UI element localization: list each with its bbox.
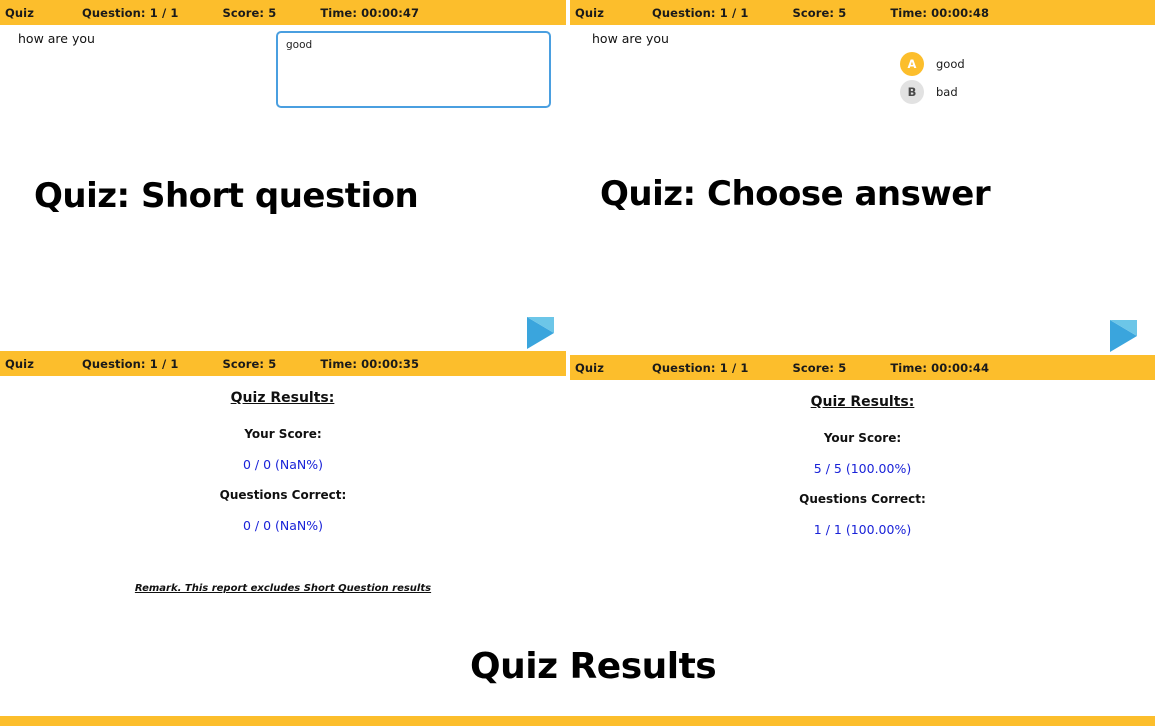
panel-results-right: Quiz Question: 1 / 1 Score: 5 Time: 00:0… (570, 355, 1155, 615)
topbar-choose-answer: Quiz Question: 1 / 1 Score: 5 Time: 00:0… (570, 0, 1155, 25)
questions-correct-value: 0 / 0 (NaN%) (242, 518, 324, 533)
topbar-score: Score: 5 (222, 356, 277, 371)
caption-results: Quiz Results (470, 646, 717, 687)
results-heading: Quiz Results: (810, 394, 915, 410)
topbar-time: Time: 00:00:44 (890, 360, 990, 375)
option-label-a: good (936, 57, 965, 71)
topbar-title: Quiz (5, 356, 34, 371)
short-answer-input[interactable] (276, 31, 551, 108)
topbar-score: Score: 5 (222, 5, 277, 20)
option-bullet-b-icon: B (900, 80, 924, 104)
answer-option-a[interactable]: A good (900, 50, 965, 78)
caption-short-question: Quiz: Short question (34, 176, 419, 216)
option-bullet-a-icon: A (900, 52, 924, 76)
topbar-time: Time: 00:00:47 (320, 5, 420, 20)
topbar-question-count: Question: 1 / 1 (82, 5, 179, 20)
next-arrow-highlight (1110, 320, 1137, 336)
caption-choose-answer: Quiz: Choose answer (600, 174, 991, 214)
next-arrow-highlight (527, 317, 554, 333)
your-score-value: 0 / 0 (NaN%) (242, 457, 324, 472)
topbar-score: Score: 5 (792, 360, 847, 375)
panel-results-left: Quiz Question: 1 / 1 Score: 5 Time: 00:0… (0, 351, 566, 611)
panel-short-question: Quiz Question: 1 / 1 Score: 5 Time: 00:0… (0, 0, 566, 350)
next-arrow-icon-choose-answer[interactable] (1110, 320, 1137, 352)
topbar-results-right: Quiz Question: 1 / 1 Score: 5 Time: 00:0… (570, 355, 1155, 380)
topbar-question-count: Question: 1 / 1 (82, 356, 179, 371)
topbar-title: Quiz (575, 5, 604, 20)
bottom-yellow-strip (0, 716, 1155, 726)
topbar-short-question: Quiz Question: 1 / 1 Score: 5 Time: 00:0… (0, 0, 566, 25)
questions-correct-value: 1 / 1 (100.00%) (813, 522, 912, 537)
topbar-title: Quiz (575, 360, 604, 375)
topbar-results-left: Quiz Question: 1 / 1 Score: 5 Time: 00:0… (0, 351, 566, 376)
next-arrow-icon-short-question[interactable] (527, 317, 554, 349)
topbar-question-count: Question: 1 / 1 (652, 360, 749, 375)
your-score-label: Your Score: (244, 427, 322, 441)
answer-options-list: A good B bad (900, 50, 965, 106)
topbar-score: Score: 5 (792, 5, 847, 20)
your-score-label: Your Score: (823, 431, 902, 445)
topbar-title: Quiz (5, 5, 34, 20)
answer-option-b[interactable]: B bad (900, 78, 965, 106)
results-remark: Remark. This report excludes Short Quest… (134, 583, 432, 594)
option-label-b: bad (936, 85, 958, 99)
results-body-right: Quiz Results: Your Score: 5 / 5 (100.00%… (570, 380, 1155, 537)
topbar-question-count: Question: 1 / 1 (652, 5, 749, 20)
question-text: how are you (18, 31, 95, 46)
results-heading: Quiz Results: (230, 390, 335, 406)
question-text: how are you (592, 31, 669, 46)
topbar-time: Time: 00:00:35 (320, 356, 420, 371)
topbar-time: Time: 00:00:48 (890, 5, 990, 20)
your-score-value: 5 / 5 (100.00%) (813, 461, 912, 476)
questions-correct-label: Questions Correct: (219, 488, 347, 502)
results-body-left: Quiz Results: Your Score: 0 / 0 (NaN%) Q… (0, 376, 566, 594)
questions-correct-label: Questions Correct: (799, 492, 926, 506)
